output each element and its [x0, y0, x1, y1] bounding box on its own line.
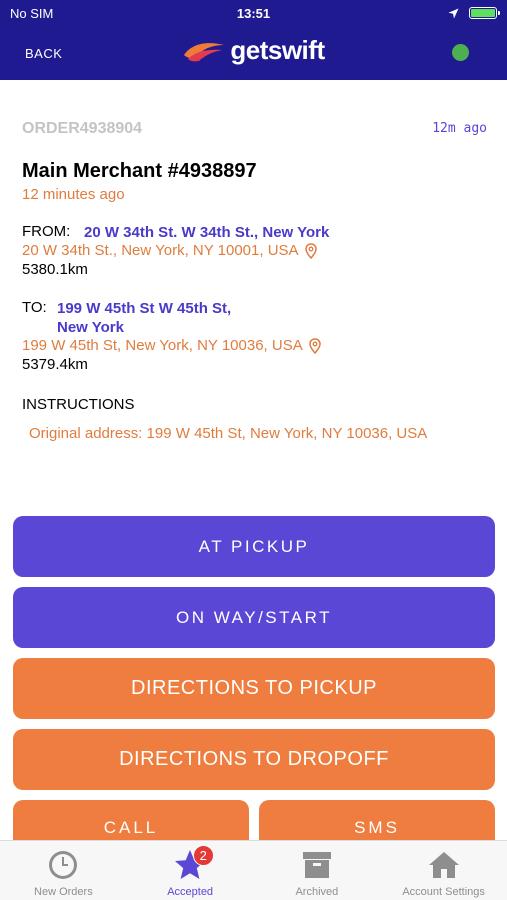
- app-header: No SIM 13:51 BACK getswift: [0, 0, 507, 80]
- tab-label: Account Settings: [402, 886, 485, 898]
- tab-archived[interactable]: Archived: [254, 841, 381, 900]
- tab-label: Accepted: [167, 886, 214, 898]
- logo-text: getswift: [230, 35, 325, 65]
- tab-new-orders[interactable]: New Orders: [0, 841, 127, 900]
- from-label: FROM:: [22, 223, 71, 240]
- status-indicators: [448, 7, 500, 19]
- clock-time: 13:51: [236, 6, 271, 21]
- instructions-text: Original address: 199 W 45th St, New Yor…: [29, 425, 428, 442]
- swoosh-logo-icon: [184, 42, 225, 61]
- order-id: ORDER4938904: [22, 120, 143, 137]
- online-status-indicator: [452, 44, 469, 61]
- order-age: 12m ago: [432, 121, 487, 136]
- clock-icon: [46, 848, 80, 882]
- accepted-count-badge: 2: [192, 845, 214, 866]
- map-pin-icon: [308, 337, 321, 354]
- to-address-link[interactable]: 199 W 45th St, New York, NY 10036, USA: [22, 337, 321, 354]
- directions-to-dropoff-button[interactable]: DIRECTIONS TO DROPOFF: [13, 729, 495, 790]
- to-distance: 5379.4km: [22, 356, 88, 373]
- battery-icon: [469, 7, 500, 19]
- to-address-title-line1: 199 W 45th St W 45th St,: [57, 300, 232, 317]
- merchant-time: 12 minutes ago: [22, 186, 125, 203]
- tab-bar: New Orders 2 Accepted Archived Account S…: [0, 840, 507, 900]
- tab-accepted[interactable]: 2 Accepted: [127, 841, 254, 900]
- on-way-start-button[interactable]: ON WAY/START: [13, 587, 495, 648]
- tab-label: New Orders: [34, 886, 93, 898]
- tab-account-settings[interactable]: Account Settings: [380, 841, 507, 900]
- instructions-label: INSTRUCTIONS: [22, 396, 135, 413]
- at-pickup-button[interactable]: AT PICKUP: [13, 516, 495, 577]
- location-arrow-icon: [448, 8, 459, 18]
- tab-label: Archived: [295, 886, 339, 898]
- merchant-name: Main Merchant #4938897: [22, 160, 257, 182]
- to-address: 199 W 45th St, New York, NY 10036, USA: [22, 337, 303, 354]
- to-address-title-line2: New York: [57, 319, 124, 336]
- from-distance: 5380.1km: [22, 261, 88, 278]
- status-bar: No SIM 13:51: [0, 0, 507, 28]
- archive-box-icon: [300, 848, 334, 882]
- app-logo: getswift: [0, 35, 507, 66]
- from-address: 20 W 34th St., New York, NY 10001, USA: [22, 242, 299, 259]
- map-pin-icon: [304, 242, 317, 259]
- home-icon: [427, 848, 461, 882]
- from-address-title: 20 W 34th St. W 34th St., New York: [84, 224, 330, 241]
- from-address-link[interactable]: 20 W 34th St., New York, NY 10001, USA: [22, 242, 317, 259]
- to-label: TO:: [22, 299, 47, 316]
- directions-to-pickup-button[interactable]: DIRECTIONS TO PICKUP: [13, 658, 495, 719]
